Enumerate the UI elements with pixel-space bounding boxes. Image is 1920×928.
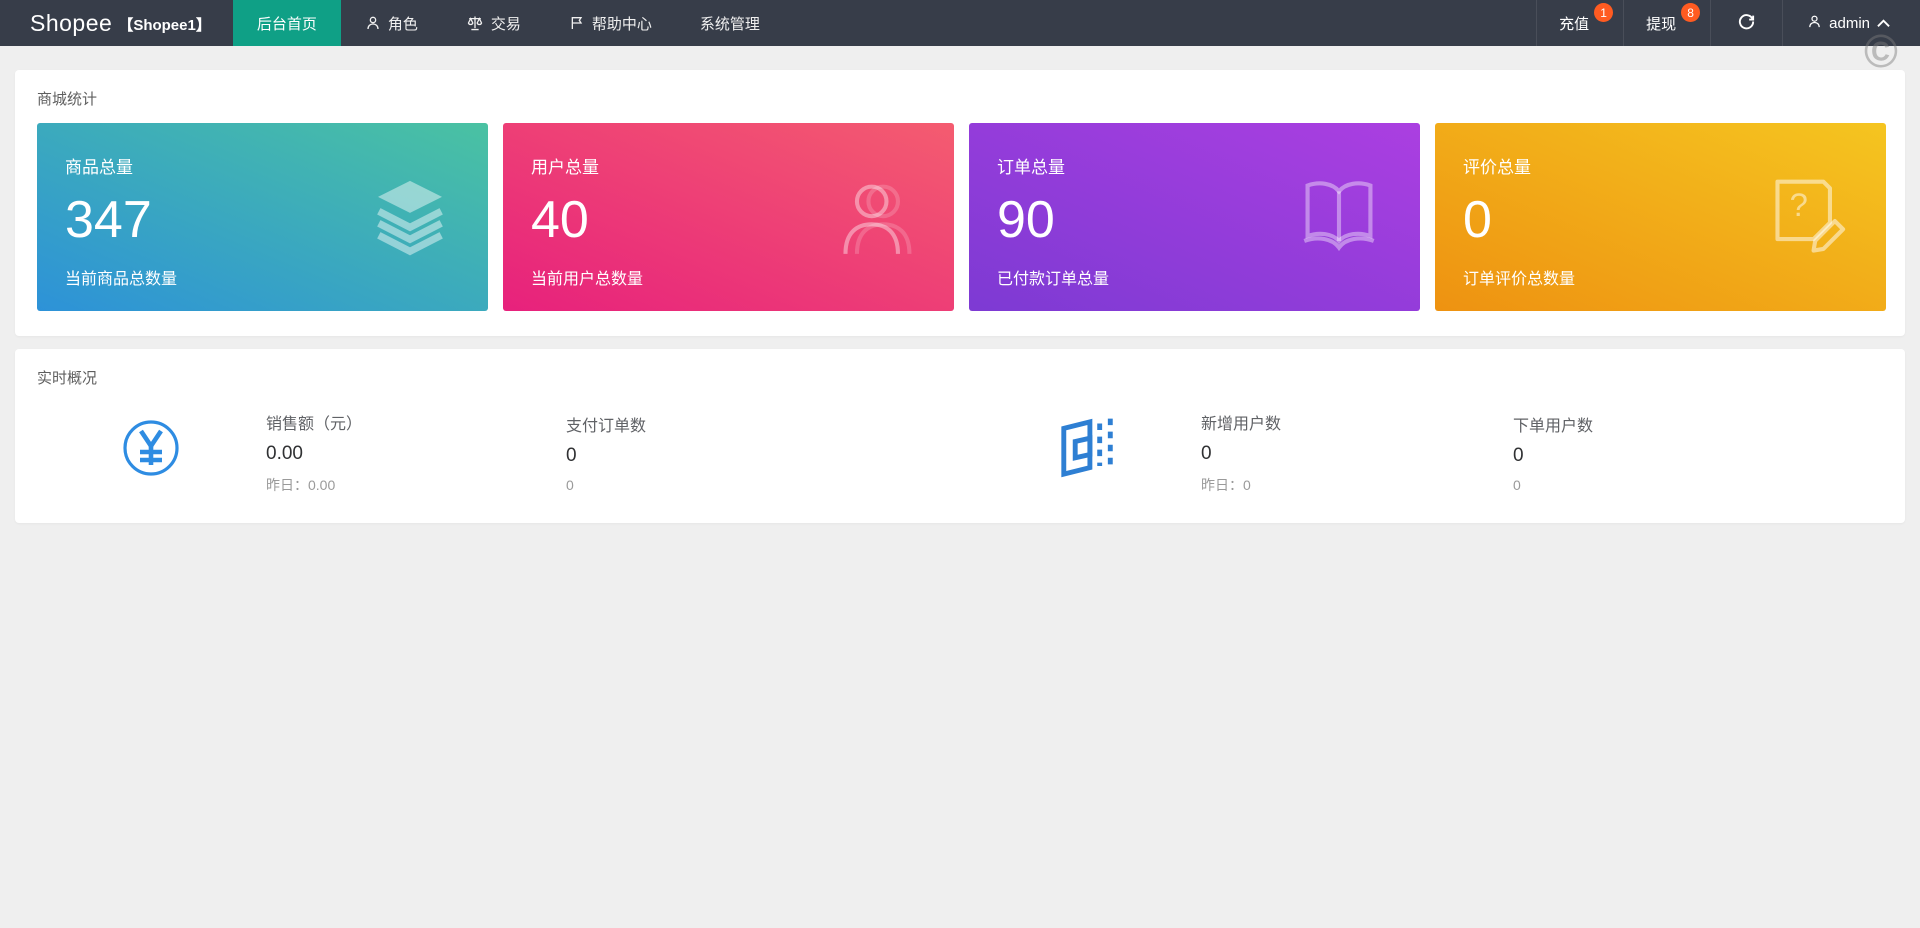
realtime-overview-title: 实时概况 xyxy=(37,370,98,387)
mall-statistics-title: 商城统计 xyxy=(37,91,98,108)
stat-card-products: 商品总量 347 当前商品总数量 xyxy=(37,123,488,311)
stat-yesterday: 0 xyxy=(566,477,574,493)
refresh-button[interactable] xyxy=(1710,0,1782,46)
layers-icon xyxy=(370,174,450,261)
nav-item-dashboard[interactable]: 后台首页 xyxy=(232,0,341,46)
stat-paid-orders: 支付订单数 0 0 xyxy=(566,408,1054,493)
stat-card-reviews: 评价总量 0 订单评价总数量 ? xyxy=(1435,123,1886,311)
recharge-badge: 1 xyxy=(1594,3,1614,22)
admin-user-icon xyxy=(1807,14,1822,33)
flag-icon xyxy=(569,15,585,31)
stat-card-desc: 当前用户总数量 xyxy=(531,271,644,289)
stat-new-users: 新增用户数 0 昨日：0 xyxy=(1201,406,1513,495)
refresh-icon xyxy=(1737,12,1756,35)
person-icon xyxy=(834,172,916,263)
recharge-label: 充值 xyxy=(1559,15,1590,33)
nav-item-label: 后台首页 xyxy=(256,15,317,33)
brand-logo[interactable]: Shopee 【Shopee1】 xyxy=(0,0,233,46)
svg-text:?: ? xyxy=(1790,186,1808,223)
stat-value: 0 xyxy=(1513,445,1524,466)
nav-item-label: 系统管理 xyxy=(699,15,760,33)
yuan-circle-icon xyxy=(121,418,181,483)
nav-item-trade[interactable]: 交易 xyxy=(442,0,545,46)
stat-ordering-users: 下单用户数 0 0 xyxy=(1513,408,1886,493)
stat-cards-row: 商品总量 347 当前商品总数量 用户总量 40 当前用户总数量 订单总量 90… xyxy=(37,123,1886,311)
stat-yesterday: 昨日：0 xyxy=(1201,477,1251,493)
nav-item-label: 帮助中心 xyxy=(591,15,652,33)
stat-card-desc: 当前商品总数量 xyxy=(65,271,178,289)
stat-label: 支付订单数 xyxy=(566,418,647,435)
stat-yesterday: 0 xyxy=(1513,477,1521,493)
stat-yesterday: 昨日：0.00 xyxy=(266,477,336,493)
stat-sales: 销售额（元） 0.00 昨日：0.00 xyxy=(266,406,566,495)
brand-name: Shopee xyxy=(30,9,113,36)
stat-card-desc: 已付款订单总量 xyxy=(997,271,1110,289)
stat-value: 0 xyxy=(566,445,577,466)
nav-item-system-settings[interactable]: 系统管理 xyxy=(676,0,784,46)
realtime-stats-row: 销售额（元） 0.00 昨日：0.00 支付订单数 0 0 新增用户数 0 昨日… xyxy=(37,406,1886,495)
admin-user-menu[interactable]: admin xyxy=(1782,0,1920,46)
nav-item-help-center[interactable]: 帮助中心 xyxy=(545,0,676,46)
stat-card-users: 用户总量 40 当前用户总数量 xyxy=(503,123,954,311)
recharge-button[interactable]: 充值 1 xyxy=(1536,0,1623,46)
nav-item-roles[interactable]: 角色 xyxy=(341,0,442,46)
stat-label: 新增用户数 xyxy=(1201,416,1282,433)
stat-label: 下单用户数 xyxy=(1513,418,1594,435)
open-book-icon xyxy=(1296,175,1382,260)
question-doc-pencil-icon: ? xyxy=(1766,174,1848,261)
brand-shop-name: 【Shopee1】 xyxy=(118,16,211,34)
withdraw-label: 提现 xyxy=(1646,15,1677,33)
user-icon xyxy=(365,15,381,31)
stat-value: 0 xyxy=(1201,443,1212,464)
admin-username: admin xyxy=(1829,14,1870,32)
nav-item-label: 交易 xyxy=(490,15,521,33)
building-door-icon xyxy=(1054,415,1116,486)
stat-card-desc: 订单评价总数量 xyxy=(1463,271,1576,289)
top-navbar: Shopee 【Shopee1】 后台首页 角色 交易 帮助中心 系统管理 充值… xyxy=(0,0,1920,46)
chevron-up-icon xyxy=(1877,15,1890,32)
withdraw-button[interactable]: 提现 8 xyxy=(1623,0,1710,46)
withdraw-badge: 8 xyxy=(1681,3,1701,22)
main-menu: 后台首页 角色 交易 帮助中心 系统管理 xyxy=(232,0,784,46)
navbar-actions: 充值 1 提现 8 admin xyxy=(1536,0,1920,46)
stat-value: 0.00 xyxy=(266,443,303,464)
realtime-overview-panel: 实时概况 销售额（元） 0.00 昨日：0.00 支付订单数 0 0 新增用户数… xyxy=(15,349,1905,523)
nav-item-label: 角色 xyxy=(387,15,418,33)
mall-statistics-panel: 商城统计 商品总量 347 当前商品总数量 用户总量 40 当前用户总数量 订单… xyxy=(15,70,1905,336)
stat-card-orders: 订单总量 90 已付款订单总量 xyxy=(969,123,1420,311)
stat-label: 销售额（元） xyxy=(266,416,363,433)
scale-icon xyxy=(466,15,484,31)
